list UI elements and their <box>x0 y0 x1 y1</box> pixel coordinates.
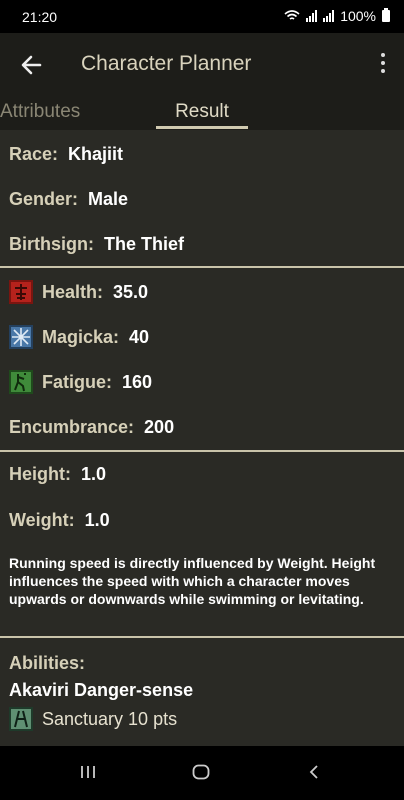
birthsign-label: Birthsign: <box>9 234 94 254</box>
gender-label: Gender: <box>9 189 79 209</box>
tab-result[interactable]: Result <box>156 101 248 123</box>
section-divider <box>0 450 404 452</box>
encumbrance-label: Encumbrance: <box>9 417 135 437</box>
health-icon <box>9 280 33 304</box>
abilities-label: Abilities: <box>9 653 86 673</box>
speed-note: Running speed is directly influenced by … <box>9 555 376 607</box>
status-icons: 100% <box>284 8 390 24</box>
birthsign-row: Birthsign: The Thief <box>9 234 184 255</box>
magicka-label: Magicka: <box>42 326 120 347</box>
gender-row: Gender: Male <box>9 189 128 210</box>
height-value: 1.0 <box>81 464 107 484</box>
back-nav-icon[interactable] <box>308 764 320 780</box>
race-row: Race: Khajiit <box>9 144 123 165</box>
signal-icon <box>323 10 335 22</box>
health-value: 35.0 <box>113 281 149 302</box>
recent-apps-icon[interactable] <box>80 764 96 780</box>
app-bar: Character Planner <box>0 33 404 95</box>
section-divider <box>0 266 404 268</box>
signal-icon <box>306 10 318 22</box>
page-title: Character Planner <box>81 52 252 75</box>
sanctuary-icon <box>9 707 33 731</box>
encumbrance-value: 200 <box>144 417 175 437</box>
status-bar: 21:20 100% <box>0 0 404 33</box>
section-divider <box>0 636 404 638</box>
health-row: Health: 35.0 <box>9 280 148 304</box>
status-time: 21:20 <box>22 9 58 25</box>
ability-name: Akaviri Danger-sense <box>9 680 194 700</box>
weight-row: Weight: 1.0 <box>9 510 110 531</box>
fatigue-row: Fatigue: 160 <box>9 370 152 394</box>
weight-label: Weight: <box>9 510 75 530</box>
ability-effect-text: Sanctuary 10 pts <box>42 708 178 729</box>
more-options-icon[interactable] <box>378 53 388 77</box>
system-nav-bar <box>0 746 404 800</box>
tab-indicator <box>156 126 248 129</box>
magicka-icon <box>9 325 33 349</box>
magicka-row: Magicka: 40 <box>9 325 149 349</box>
battery-icon <box>382 8 390 22</box>
race-label: Race: <box>9 144 59 164</box>
encumbrance-row: Encumbrance: 200 <box>9 417 174 438</box>
ability-effect: Sanctuary 10 pts <box>9 707 177 731</box>
weight-value: 1.0 <box>84 510 110 530</box>
battery-percent: 100% <box>340 8 376 24</box>
tab-attributes[interactable]: Attributes <box>0 101 80 123</box>
tab-bar: Attributes Result <box>0 95 404 130</box>
height-row: Height: 1.0 <box>9 464 106 485</box>
home-icon[interactable] <box>192 764 210 780</box>
health-label: Health: <box>42 281 104 302</box>
magicka-value: 40 <box>129 326 150 347</box>
fatigue-icon <box>9 370 33 394</box>
birthsign-value: The Thief <box>104 234 184 254</box>
wifi-icon <box>284 10 300 20</box>
back-arrow-icon[interactable] <box>18 51 46 79</box>
fatigue-label: Fatigue: <box>42 371 112 392</box>
height-label: Height: <box>9 464 71 484</box>
gender-value: Male <box>88 189 129 209</box>
race-value: Khajiit <box>68 144 124 164</box>
fatigue-value: 160 <box>122 371 153 392</box>
